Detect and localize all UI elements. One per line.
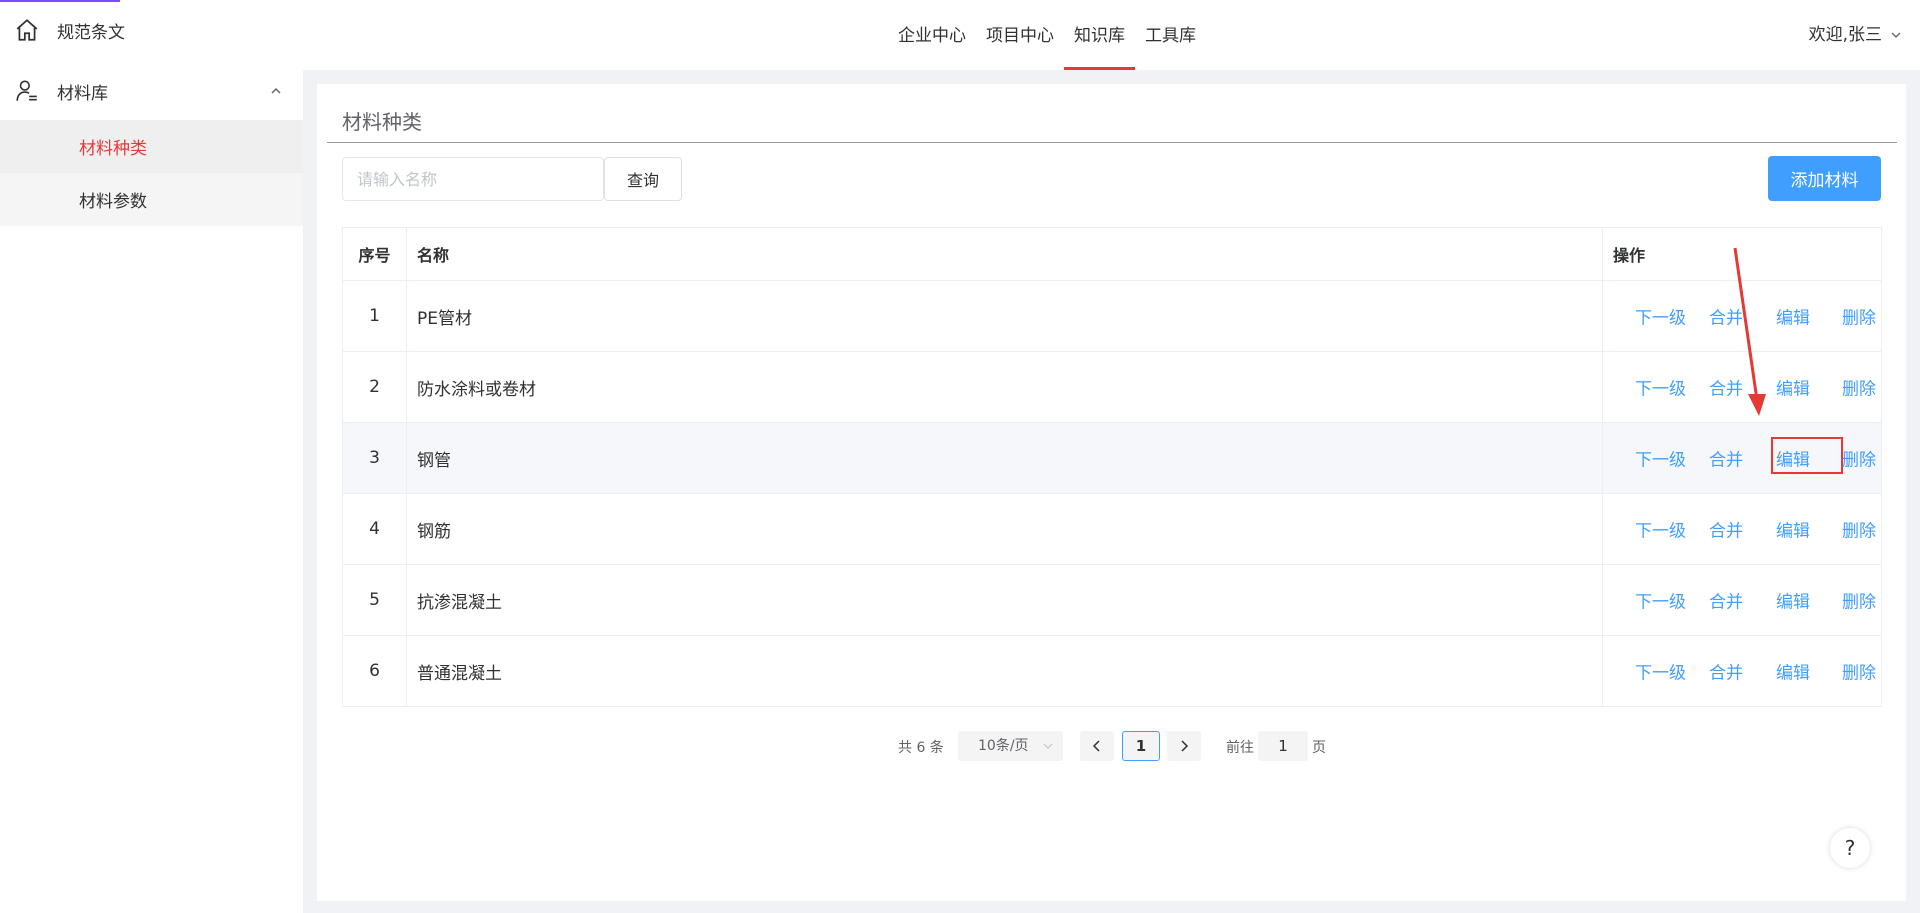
row-no: 4 [343,494,407,564]
sidebar-item-material-params[interactable]: 材料参数 [0,173,303,226]
goto-page-input[interactable] [1258,731,1308,761]
row-name: 钢筋 [407,494,1603,564]
user-greeting: 欢迎,张三 [1808,25,1882,45]
row-no: 6 [343,636,407,706]
table-row: 4 钢筋 下一级 合并 编辑 删除 [343,494,1881,565]
sidebar-item-label: 材料种类 [79,139,147,159]
main-panel: 材料种类 查询 添加材料 序号 名称 操作 1 PE管材 下一级 合并 编辑 删… [317,84,1906,901]
delete-link[interactable]: 删除 [1842,517,1876,542]
header-no: 序号 [343,228,407,280]
tab-label: 企业中心 [898,26,966,46]
page-number-current[interactable]: 1 [1122,731,1160,761]
tab-knowledge-base[interactable]: 知识库 [1064,0,1135,70]
sub-level-link[interactable]: 下一级 [1635,588,1686,613]
page-unit-label: 页 [1312,740,1326,756]
edit-link[interactable]: 编辑 [1776,588,1810,613]
top-accent-line [0,0,120,2]
row-name: PE管材 [407,281,1603,351]
table-row: 6 普通混凝土 下一级 合并 编辑 删除 [343,636,1881,707]
merge-link[interactable]: 合并 [1709,304,1743,329]
row-no: 5 [343,565,407,635]
delete-link[interactable]: 删除 [1842,659,1876,684]
merge-link[interactable]: 合并 [1709,517,1743,542]
sidebar-item-label: 材料库 [57,83,108,104]
user-menu[interactable]: 欢迎,张三 [1809,0,1902,70]
chevron-up-icon [271,88,281,94]
edit-link[interactable]: 编辑 [1776,659,1810,684]
chevron-left-icon [1092,740,1100,752]
page-size-value: 10条/页 [978,738,1029,754]
sub-level-link[interactable]: 下一级 [1635,375,1686,400]
table-row: 5 抗渗混凝土 下一级 合并 编辑 删除 [343,565,1881,636]
tab-tool-library[interactable]: 工具库 [1135,0,1206,70]
tab-enterprise-center[interactable]: 企业中心 [888,0,976,70]
merge-link[interactable]: 合并 [1709,446,1743,471]
table-row: 3 钢管 下一级 合并 编辑 删除 [343,423,1881,494]
edit-link[interactable]: 编辑 [1776,446,1810,471]
row-name: 钢管 [407,423,1603,493]
sub-level-link[interactable]: 下一级 [1635,517,1686,542]
pagination: 共 6 条 10条/页 1 前往 页 [317,731,1906,761]
query-button[interactable]: 查询 [604,157,682,201]
sidebar-item-label: 规范条文 [57,22,125,43]
table-row: 1 PE管材 下一级 合并 编辑 删除 [343,281,1881,352]
page-title: 材料种类 [342,110,422,134]
edit-link[interactable]: 编辑 [1776,375,1810,400]
delete-link[interactable]: 删除 [1842,446,1876,471]
edit-link[interactable]: 编辑 [1776,517,1810,542]
title-divider [327,142,1897,143]
row-name: 抗渗混凝土 [407,565,1603,635]
goto-label: 前往 [1226,740,1254,756]
add-material-button[interactable]: 添加材料 [1768,156,1881,201]
tab-label: 工具库 [1145,26,1196,46]
top-nav: 企业中心 项目中心 知识库 工具库 [888,0,1206,70]
next-page-button[interactable] [1167,731,1201,761]
delete-link[interactable]: 删除 [1842,304,1876,329]
total-count: 共 6 条 [898,740,944,756]
row-name: 防水涂料或卷材 [407,352,1603,422]
merge-link[interactable]: 合并 [1709,659,1743,684]
sidebar-item-materials[interactable]: 材料库 [0,61,303,121]
header-op: 操作 [1613,246,1646,265]
page-size-select[interactable]: 10条/页 [958,731,1063,761]
table-header-row: 序号 名称 操作 [343,228,1881,281]
merge-link[interactable]: 合并 [1709,375,1743,400]
sidebar-item-specs[interactable]: 规范条文 [0,0,303,60]
sub-level-link[interactable]: 下一级 [1635,446,1686,471]
sidebar: 规范条文 材料库 材料种类 材料参数 [0,0,303,913]
delete-link[interactable]: 删除 [1842,588,1876,613]
sub-level-link[interactable]: 下一级 [1635,659,1686,684]
search-input[interactable] [342,157,604,201]
header-name: 名称 [407,228,1603,280]
chevron-down-icon [1043,743,1053,749]
row-no: 3 [343,423,407,493]
row-name: 普通混凝土 [407,636,1603,706]
sidebar-item-label: 材料参数 [79,192,147,212]
edit-link[interactable]: 编辑 [1776,304,1810,329]
chevron-down-icon [1891,32,1901,38]
home-icon [16,19,38,41]
sub-level-link[interactable]: 下一级 [1635,304,1686,329]
materials-table: 序号 名称 操作 1 PE管材 下一级 合并 编辑 删除 2 防水涂料或卷材 下… [342,227,1882,707]
row-no: 1 [343,281,407,351]
tab-label: 知识库 [1074,26,1125,46]
prev-page-button[interactable] [1080,731,1114,761]
tab-project-center[interactable]: 项目中心 [976,0,1064,70]
merge-link[interactable]: 合并 [1709,588,1743,613]
user-list-icon [16,80,37,101]
help-button[interactable]: ? [1830,828,1870,868]
table-row: 2 防水涂料或卷材 下一级 合并 编辑 删除 [343,352,1881,423]
sidebar-item-material-types[interactable]: 材料种类 [0,120,303,173]
row-no: 2 [343,352,407,422]
chevron-right-icon [1181,740,1189,752]
delete-link[interactable]: 删除 [1842,375,1876,400]
tab-label: 项目中心 [986,26,1054,46]
top-bar: 企业中心 项目中心 知识库 工具库 欢迎,张三 [303,0,1920,70]
